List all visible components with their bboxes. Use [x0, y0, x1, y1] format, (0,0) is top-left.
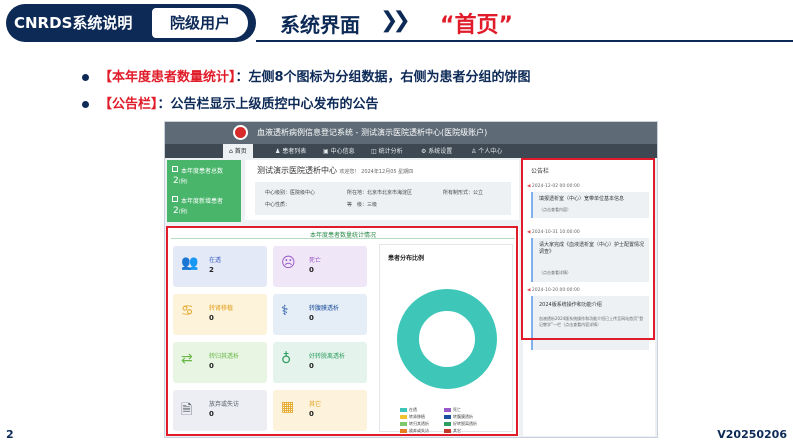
bullet-stats: 【本年度患者数量统计】：左侧8个图标为分组数据，右侧为患者分组的饼图 [82, 66, 531, 85]
center-info-box: 中心级别：医院级中心 所在地：北京市北京市海淀区 所有制形式：公立 中心性质： … [255, 182, 511, 215]
section-title: 系统界面 [280, 13, 360, 37]
owner-field: 所有制形式：公立 [443, 190, 484, 196]
nav-personal[interactable]: ♙ 个人中心 [471, 146, 502, 155]
header-label: CNRDS系统说明 [14, 14, 133, 32]
bullet-tag: 【公告栏】 [99, 97, 158, 112]
version-label: V20250206 [717, 428, 787, 441]
app-nav: ⌂ 首页 ♟ 患者列表 ▣ 中心信息 ◫ 统计分析 ⚙ 系统设置 ♙ 个人中心 [165, 144, 657, 158]
nature-field: 中心性质： [265, 202, 291, 208]
patient-summary-panel: 本年度患者总数 2(例) 本年度新增患者 2(例) [167, 160, 241, 222]
bullet-dot-icon [82, 101, 89, 108]
nav-center-info[interactable]: ▣ 中心信息 [323, 146, 355, 155]
center-info-panel: 测试演示医院透析中心 欢迎您！ 2024年12月05 星期四 中心级别：医院级中… [245, 160, 519, 220]
location-field: 所在地：北京市北京市海淀区 [347, 190, 413, 196]
bullet-dot-icon [82, 74, 89, 81]
nav-patient-list[interactable]: ♟ 患者列表 [275, 146, 306, 155]
level-field: 中心级别：医院级中心 [265, 190, 316, 196]
bullet-text: ：公告栏显示上级质控中心发布的公告 [157, 97, 379, 112]
page-number: 2 [6, 428, 14, 441]
nav-settings[interactable]: ⚙ 系统设置 [421, 146, 452, 155]
role-label: 院级用户 [170, 14, 231, 32]
new-value: 2(例) [173, 206, 188, 216]
app-title-bar: 血液透析病例信息登记系统 - 测试演示医院透析中心(医院级账户) [165, 122, 657, 144]
calendar-icon [172, 166, 178, 172]
nav-statistics[interactable]: ◫ 统计分析 [371, 146, 403, 155]
app-logo-icon [233, 125, 248, 140]
bullet-text: ：左侧8个图标为分组数据，右侧为患者分组的饼图 [235, 70, 531, 85]
bullet-tag: 【本年度患者数量统计】 [99, 70, 236, 85]
slide: CNRDS系统说明 院级用户 系统界面 ❯❯ “首页” 【本年度患者数量统计】：… [0, 0, 793, 446]
grade-field: 等 级：三级 [347, 202, 378, 208]
center-name: 测试演示医院透析中心 欢迎您！ 2024年12月05 星期四 [257, 166, 414, 175]
total-value: 2(例) [173, 176, 188, 186]
new-label: 本年度新增患者 [181, 198, 224, 205]
double-chevron-icon: ❯❯ [380, 8, 411, 33]
calendar-icon [172, 196, 178, 202]
nav-home[interactable]: ⌂ 首页 [223, 144, 253, 158]
header-divider [256, 40, 793, 42]
announcement-highlight-box [521, 158, 655, 340]
total-label: 本年度患者总数 [181, 168, 224, 175]
stats-highlight-box [166, 226, 518, 436]
app-title: 血液透析病例信息登记系统 - 测试演示医院透析中心(医院级账户) [257, 128, 488, 137]
page-name: “首页” [440, 13, 513, 38]
bullet-announcements: 【公告栏】：公告栏显示上级质控中心发布的公告 [82, 93, 379, 112]
